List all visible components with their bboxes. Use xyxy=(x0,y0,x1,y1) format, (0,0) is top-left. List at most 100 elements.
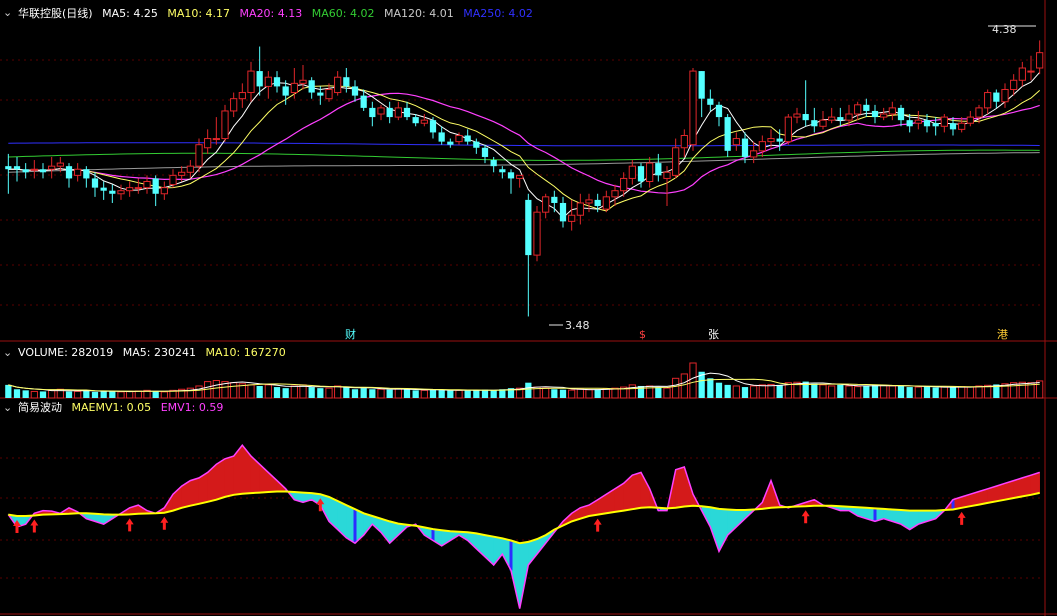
volume-bar xyxy=(429,389,437,398)
event-mark-rise[interactable]: 张 xyxy=(708,328,719,341)
candle-body xyxy=(221,110,229,140)
svg-text:简易波动 MAEMV1: 0.05: 简易波动 MAEMV1: 0.05 EMV1: 0.59 xyxy=(18,400,223,414)
candle-body xyxy=(845,113,853,121)
candle-body xyxy=(732,138,740,146)
candle-body xyxy=(438,132,445,142)
candle-body xyxy=(360,95,367,108)
ma250-line xyxy=(8,142,1040,147)
candle-body xyxy=(611,190,619,198)
volume-bar xyxy=(542,387,550,399)
candle-body xyxy=(655,163,662,176)
volume-bar xyxy=(655,387,662,398)
volume-bar xyxy=(195,385,203,399)
candle-body xyxy=(802,114,809,121)
volume-bar xyxy=(100,391,107,398)
volume-bar xyxy=(932,387,939,398)
volume-bar xyxy=(958,386,966,399)
event-mark-port[interactable]: 港 xyxy=(997,328,1008,341)
buy-arrow-icon xyxy=(957,511,966,525)
candle-body xyxy=(1027,70,1035,73)
emv-fill-segment xyxy=(632,472,642,510)
volume-bar xyxy=(282,388,289,398)
candle-body xyxy=(576,202,584,216)
candle-body xyxy=(672,147,680,176)
legend-ma60: MA60: 4.02 xyxy=(312,7,375,20)
high-price-label: 4.38 xyxy=(992,23,1017,36)
volume-bar xyxy=(299,384,307,399)
emv-fill-segment xyxy=(216,458,226,501)
candle-body xyxy=(377,107,385,115)
volume-bar xyxy=(13,389,21,398)
candle-body xyxy=(958,122,966,130)
volume-bar xyxy=(923,386,931,398)
volume-ma5: MA5: 230241 xyxy=(123,346,196,359)
candle-body xyxy=(143,181,151,189)
volume-bar xyxy=(317,388,324,398)
candle-body xyxy=(48,165,56,170)
legend-ma120: MA120: 4.01 xyxy=(384,7,454,20)
volume-bar xyxy=(837,384,844,398)
volume-bar xyxy=(230,382,238,399)
candle-body xyxy=(1018,67,1026,81)
volume-bar xyxy=(585,389,593,399)
candle-body xyxy=(273,77,281,87)
candle-body xyxy=(56,162,64,167)
candle-body xyxy=(585,199,593,204)
volume-bar xyxy=(732,385,740,399)
volume-bar xyxy=(828,385,836,399)
candle-body xyxy=(134,187,142,190)
volume-bars xyxy=(5,362,1044,399)
volume-bar xyxy=(966,386,974,399)
candle-body xyxy=(897,107,905,121)
volume-bar xyxy=(360,388,367,398)
emv-fill-segment xyxy=(467,531,477,550)
candle-body xyxy=(949,123,957,130)
candle-body xyxy=(178,171,186,176)
volume-bar xyxy=(351,389,359,398)
volume-bar xyxy=(559,389,567,398)
volume-bar xyxy=(715,382,723,398)
candle-body xyxy=(83,169,90,179)
candle-body xyxy=(940,116,948,127)
volume-collapse-icon[interactable]: ⌄ xyxy=(3,346,12,359)
emv-fill-segment xyxy=(242,444,252,494)
candle-body xyxy=(325,88,333,100)
emv-collapse-icon[interactable]: ⌄ xyxy=(3,401,12,414)
emv-legend: ⌄ 简易波动 MAEMV1: 0.05 EMV1: 0.59 xyxy=(3,400,223,414)
candle-body xyxy=(863,104,870,111)
candle-body xyxy=(343,77,350,87)
volume-bar xyxy=(707,378,714,398)
volume-bar xyxy=(134,390,142,399)
volume-bar xyxy=(602,388,610,399)
volume-bar xyxy=(854,386,862,399)
candle-body xyxy=(5,166,12,170)
candle-body xyxy=(403,107,411,118)
main-collapse-icon[interactable]: ⌄ xyxy=(3,6,12,19)
candle-body xyxy=(412,117,419,124)
candle-body xyxy=(906,120,913,127)
candle-body xyxy=(30,168,38,171)
candle-body xyxy=(238,92,246,100)
candle-body xyxy=(689,70,697,146)
candle-body xyxy=(880,113,888,118)
candle-body xyxy=(186,165,194,173)
candle-body xyxy=(559,202,567,222)
volume-bar xyxy=(724,384,731,398)
emv-indicator xyxy=(7,443,1040,609)
legend-ma5: MA5: 4.25 xyxy=(102,7,158,20)
candle-body xyxy=(464,135,471,142)
candle-body xyxy=(386,107,393,118)
event-mark-dollar[interactable]: $ xyxy=(639,328,646,341)
emv-fill-segment xyxy=(250,455,260,494)
volume-bar xyxy=(247,384,255,399)
volume-bar xyxy=(758,384,766,399)
volume-bar xyxy=(83,390,90,398)
volume-bar xyxy=(403,389,411,398)
volume-bar xyxy=(949,387,957,398)
candle-body xyxy=(13,166,21,170)
candle-body xyxy=(516,174,524,179)
event-mark-finance[interactable]: 财 xyxy=(345,327,356,341)
candle-body xyxy=(837,117,844,121)
volume-bar xyxy=(767,383,775,399)
volume-bar xyxy=(420,389,428,399)
